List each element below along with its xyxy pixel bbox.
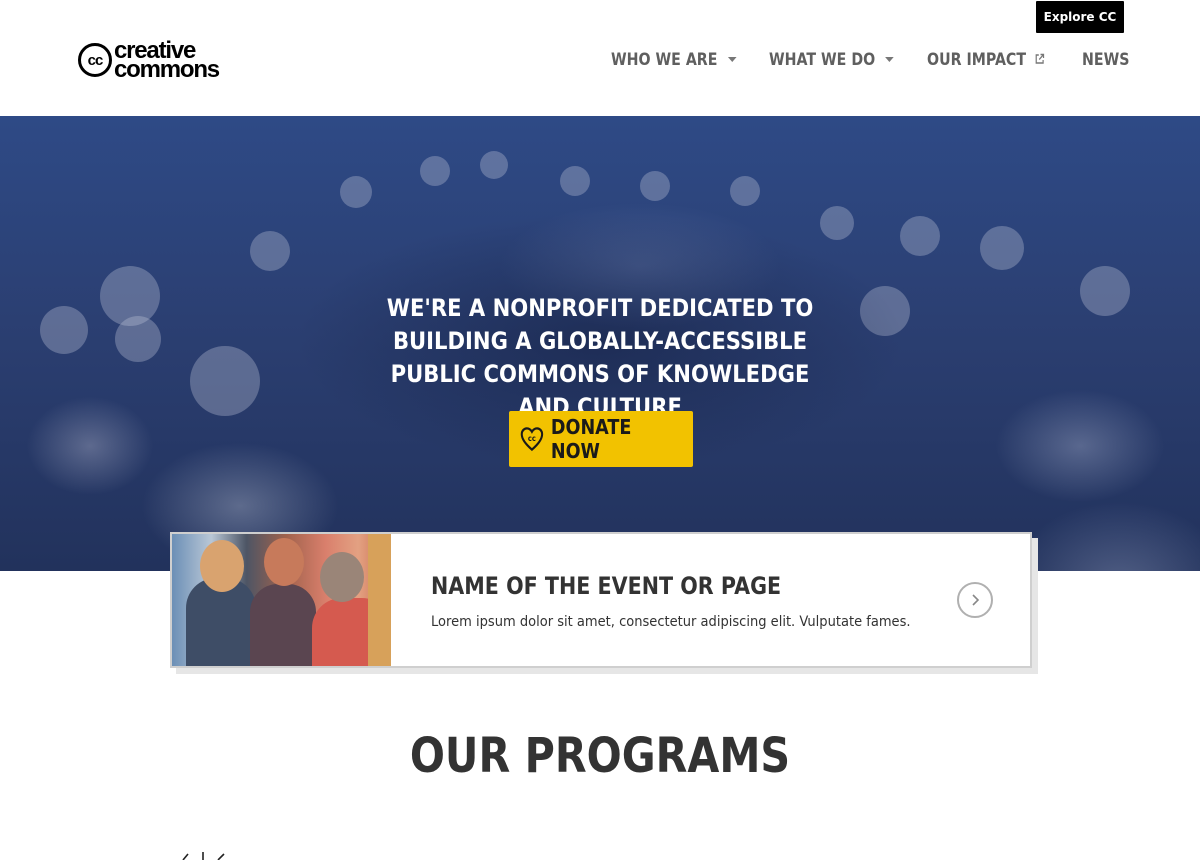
donate-now-content: cc DONATE NOW	[520, 415, 682, 463]
hero-headline: WE'RE A NONPROFIT DEDICATED TO BUILDING …	[386, 294, 814, 421]
event-card-image	[172, 534, 391, 666]
cc-heart-icon: cc	[520, 427, 544, 452]
nav-our-impact[interactable]: OUR IMPACT	[927, 46, 1045, 72]
nav-our-impact-label: OUR IMPACT	[927, 49, 1027, 69]
event-card-title: NAME OF THE EVENT OR PAGE	[431, 572, 782, 600]
explore-cc-button[interactable]: Explore CC	[1036, 1, 1124, 33]
nav-who-we-are[interactable]: WHO WE ARE	[611, 46, 737, 72]
program-illustration-icon	[182, 852, 225, 860]
svg-text:cc: cc	[528, 433, 536, 443]
hero-banner: WE'RE A NONPROFIT DEDICATED TO BUILDING …	[0, 116, 1200, 571]
nav-what-we-do[interactable]: WHAT WE DO	[769, 46, 895, 72]
event-card-arrow-button[interactable]	[957, 582, 993, 618]
external-link-icon	[1035, 53, 1045, 64]
event-card[interactable]: NAME OF THE EVENT OR PAGE Lorem ipsum do…	[170, 532, 1032, 668]
nav-news-label: NEWS	[1082, 49, 1130, 69]
nav-what-we-do-label: WHAT WE DO	[769, 49, 876, 69]
nav-news[interactable]: NEWS	[1082, 46, 1129, 72]
nav-who-we-are-label: WHO WE ARE	[611, 49, 718, 69]
donate-now-label: DONATE NOW	[550, 415, 632, 463]
chevron-down-icon	[727, 56, 737, 62]
event-card-description: Lorem ipsum dolor sit amet, consectetur …	[431, 614, 911, 630]
site-header: Explore CC cc creative commons WHO WE AR…	[0, 0, 1200, 116]
programs-heading: OUR PROGRAMS	[409, 728, 791, 784]
chevron-right-icon	[972, 594, 980, 606]
main-nav: WHO WE ARE WHAT WE DO OUR IMPACT NEWS	[0, 46, 1200, 74]
donate-now-button[interactable]: cc DONATE NOW	[509, 411, 693, 467]
chevron-down-icon	[885, 56, 895, 62]
